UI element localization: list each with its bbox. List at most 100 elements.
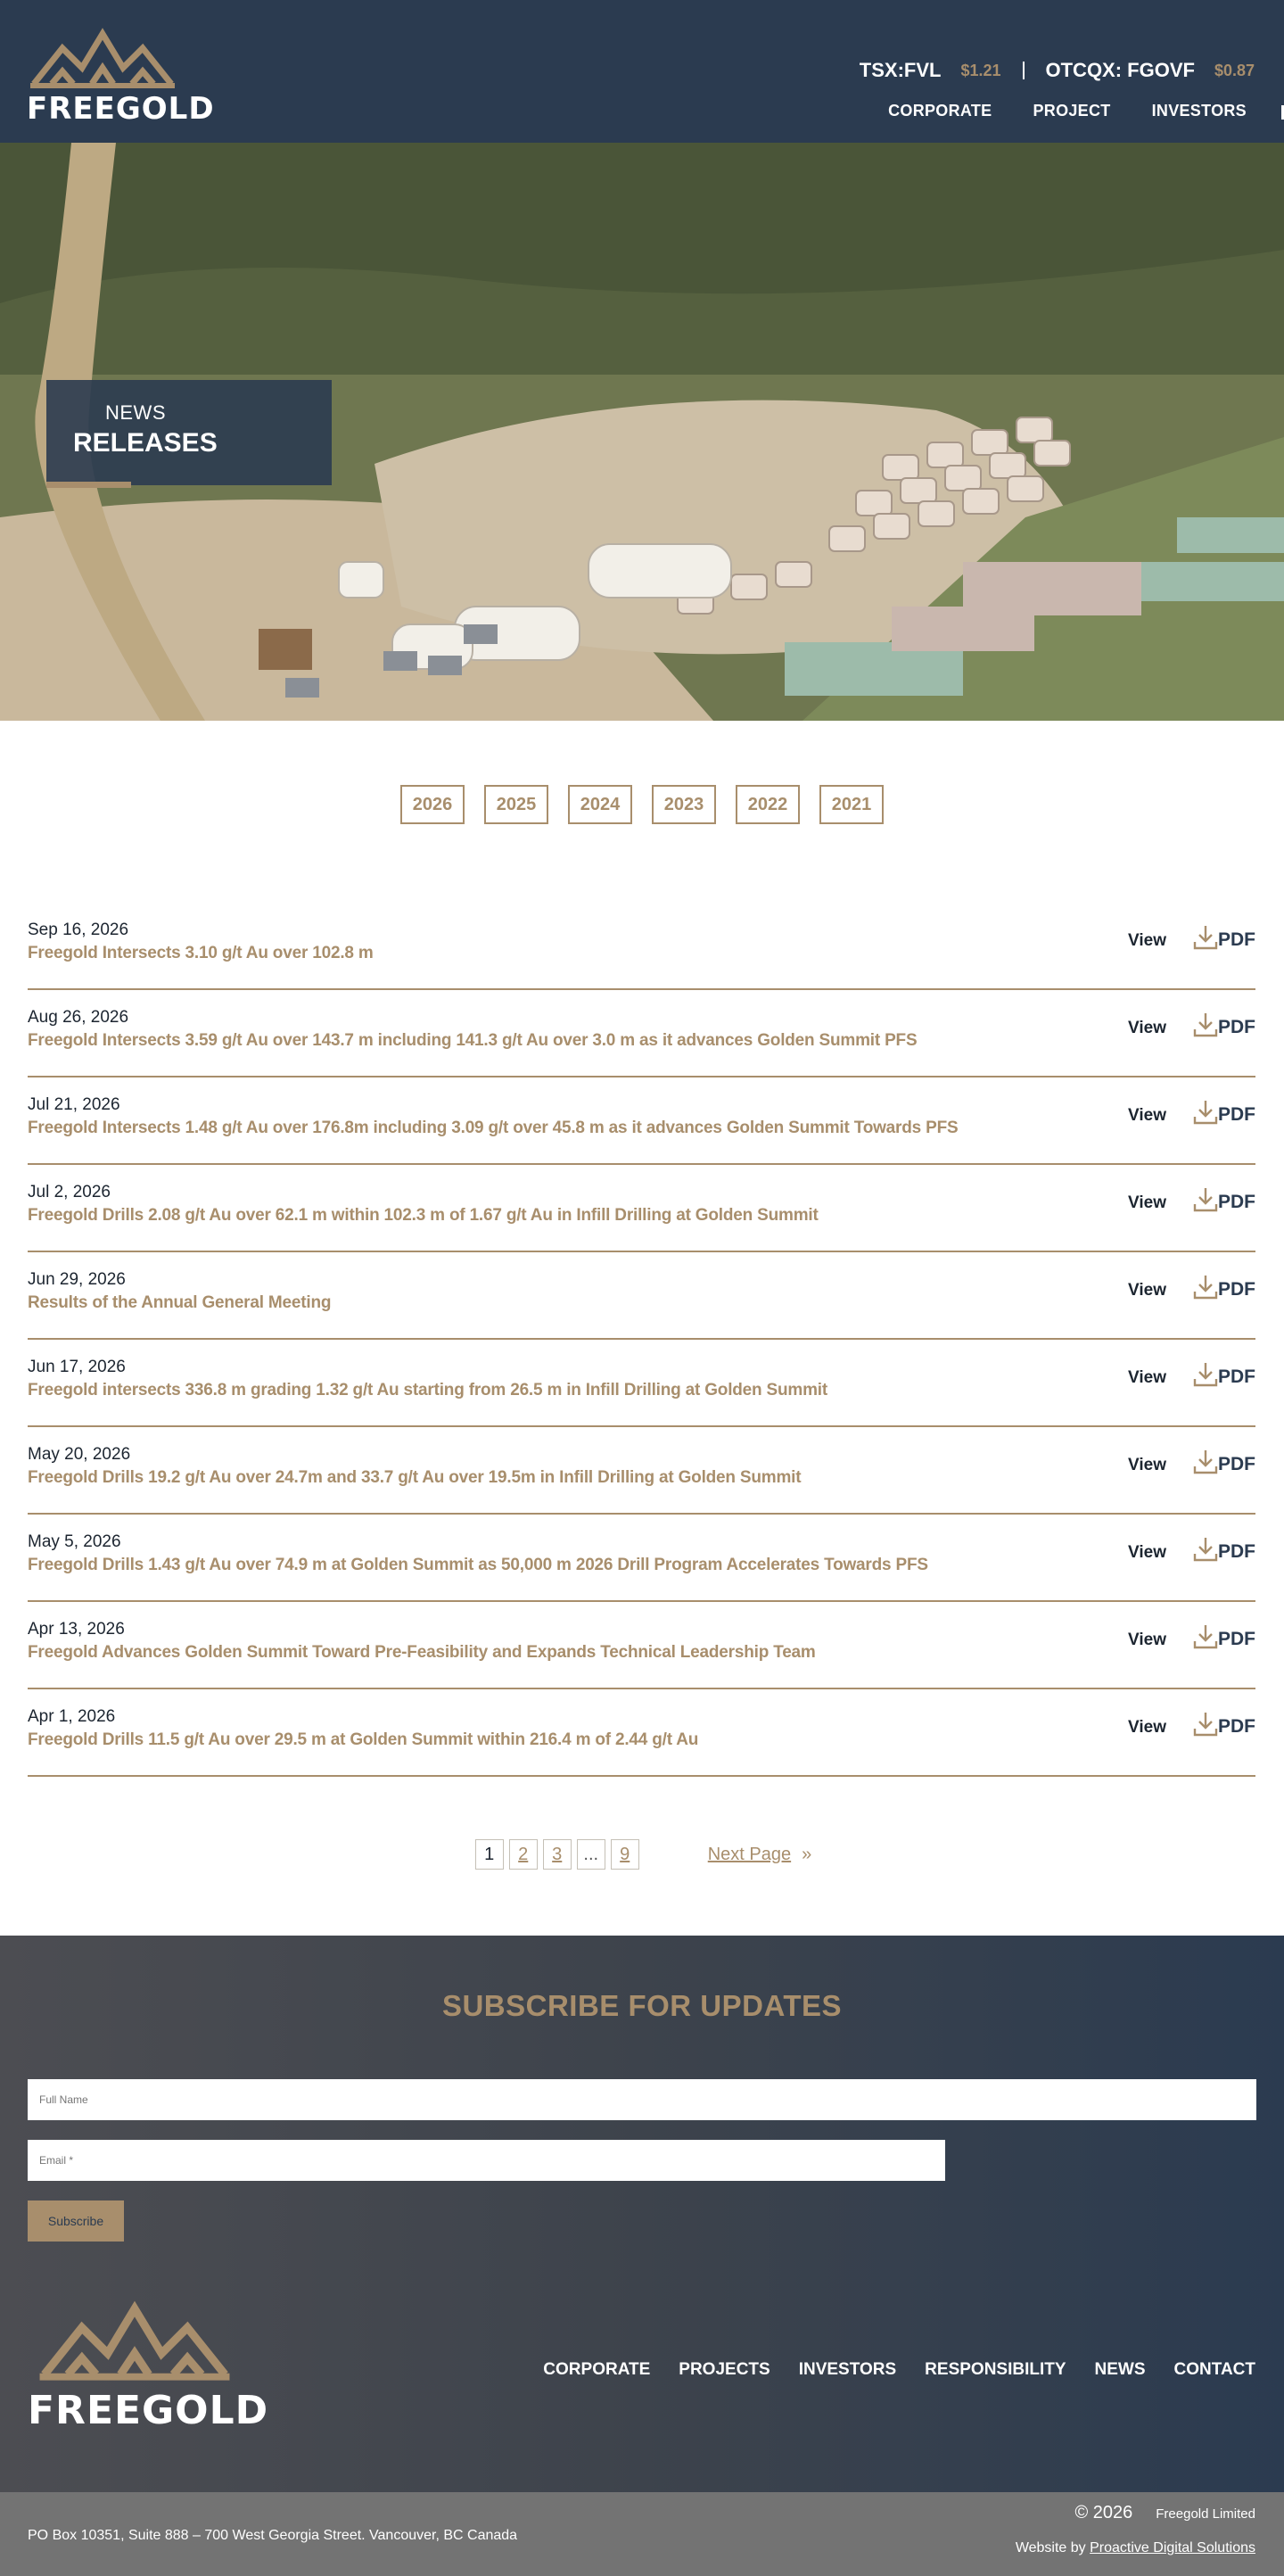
full-name-input[interactable] — [28, 2079, 1256, 2120]
release-title-link[interactable]: Freegold Drills 11.5 g/t Au over 29.5 m … — [28, 1730, 698, 1750]
nav-project[interactable]: PROJECT — [1033, 102, 1110, 120]
news-release-row: May 20, 2026 Freegold Drills 19.2 g/t Au… — [28, 1427, 1255, 1515]
download-icon[interactable] — [1193, 1449, 1218, 1475]
view-release-link[interactable]: View — [1128, 1718, 1166, 1738]
title-accent-bar — [46, 482, 131, 488]
view-release-link[interactable]: View — [1128, 1106, 1166, 1126]
page-title: RELEASES — [73, 428, 218, 458]
view-release-link[interactable]: View — [1128, 1193, 1166, 1213]
nav-corporate[interactable]: CORPORATE — [888, 102, 992, 120]
credit-prefix: Website by — [1015, 2540, 1086, 2555]
site-credit: Website by Proactive Digital Solutions — [1016, 2540, 1255, 2556]
release-title-link[interactable]: Freegold Advances Golden Summit Toward P… — [28, 1643, 816, 1663]
pdf-download-link[interactable]: PDF — [1218, 1104, 1255, 1126]
download-icon[interactable] — [1193, 1361, 1218, 1388]
pdf-download-link[interactable]: PDF — [1218, 929, 1255, 951]
footer-nav: CORPORATE PROJECTS INVESTORS RESPONSIBIL… — [543, 2360, 1255, 2380]
site-header: FREEGOLD TSX:FVL $1.21 OTCQX: FGOVF $0.8… — [0, 0, 1284, 143]
pdf-download-link[interactable]: PDF — [1218, 1716, 1255, 1738]
page-title-small: NEWS — [105, 401, 166, 424]
logo-wordmark: FREEGOLD — [27, 91, 215, 127]
footer-nav-investors[interactable]: INVESTORS — [799, 2360, 896, 2380]
pdf-download-link[interactable]: PDF — [1218, 1541, 1255, 1563]
hero-banner: NEWS RELEASES — [0, 143, 1284, 721]
ticker-price-otcqx: $0.87 — [1214, 61, 1255, 79]
page-ellipsis: ... — [576, 1839, 605, 1870]
view-release-link[interactable]: View — [1128, 931, 1166, 951]
footer-nav-responsibility[interactable]: RESPONSIBILITY — [925, 2360, 1066, 2380]
release-date: Jun 17, 2026 — [28, 1358, 126, 1376]
footer-logo-wordmark: FREEGOLD — [28, 2388, 269, 2433]
next-page-link[interactable]: Next Page — [708, 1845, 791, 1865]
download-icon[interactable] — [1193, 1711, 1218, 1738]
download-icon[interactable] — [1193, 1623, 1218, 1650]
page-3[interactable]: 3 — [542, 1839, 572, 1870]
view-release-link[interactable]: View — [1128, 1543, 1166, 1563]
page-9[interactable]: 9 — [610, 1839, 639, 1870]
release-date: Jun 29, 2026 — [28, 1270, 126, 1289]
pdf-download-link[interactable]: PDF — [1218, 1454, 1255, 1475]
page-title-badge: NEWS RELEASES — [46, 380, 332, 488]
pdf-download-link[interactable]: PDF — [1218, 1017, 1255, 1038]
footer-nav-corporate[interactable]: CORPORATE — [543, 2360, 650, 2380]
credit-link[interactable]: Proactive Digital Solutions — [1090, 2540, 1255, 2555]
ticker-symbol-otcqx: OTCQX: FGOVF — [1045, 59, 1195, 81]
year-filter-2024[interactable]: 2024 — [568, 785, 632, 824]
news-release-row: Jul 21, 2026 Freegold Intersects 1.48 g/… — [28, 1077, 1255, 1165]
pagination: 1 2 3 ... 9 Next Page » — [0, 1839, 1284, 1870]
view-release-link[interactable]: View — [1128, 1281, 1166, 1300]
release-date: Apr 1, 2026 — [28, 1707, 116, 1726]
view-release-link[interactable]: View — [1128, 1368, 1166, 1388]
download-icon[interactable] — [1193, 1011, 1218, 1038]
main-nav: CORPORATE PROJECT INVESTORS — [888, 102, 1247, 120]
footer-nav-projects[interactable]: PROJECTS — [679, 2360, 770, 2380]
news-release-row: Jul 2, 2026 Freegold Drills 2.08 g/t Au … — [28, 1165, 1255, 1252]
year-filter-2021[interactable]: 2021 — [819, 785, 884, 824]
site-logo[interactable]: FREEGOLD — [27, 27, 215, 127]
release-date: Sep 16, 2026 — [28, 921, 129, 939]
footer-logo[interactable]: FREEGOLD — [28, 2299, 286, 2433]
release-date: Aug 26, 2026 — [28, 1008, 129, 1027]
year-filter: 2026 2025 2024 2023 2022 2021 — [0, 785, 1284, 824]
year-filter-2025[interactable]: 2025 — [484, 785, 548, 824]
download-icon[interactable] — [1193, 924, 1218, 951]
year-filter-2026[interactable]: 2026 — [400, 785, 465, 824]
year-filter-2022[interactable]: 2022 — [736, 785, 800, 824]
mountain-logo-icon — [30, 28, 175, 88]
release-title-link[interactable]: Freegold Intersects 3.59 g/t Au over 143… — [28, 1031, 918, 1051]
nav-investors[interactable]: INVESTORS — [1152, 102, 1247, 120]
release-title-link[interactable]: Freegold Drills 1.43 g/t Au over 74.9 m … — [28, 1556, 928, 1575]
view-release-link[interactable]: View — [1128, 1019, 1166, 1038]
view-release-link[interactable]: View — [1128, 1631, 1166, 1650]
page-2[interactable]: 2 — [508, 1839, 538, 1870]
release-title-link[interactable]: Results of the Annual General Meeting — [28, 1293, 331, 1313]
footer-nav-contact[interactable]: CONTACT — [1174, 2360, 1255, 2380]
release-title-link[interactable]: Freegold Drills 19.2 g/t Au over 24.7m a… — [28, 1468, 802, 1488]
release-date: Jul 2, 2026 — [28, 1183, 111, 1201]
news-release-row: Sep 16, 2026 Freegold Intersects 3.10 g/… — [28, 903, 1255, 990]
news-release-row: May 5, 2026 Freegold Drills 1.43 g/t Au … — [28, 1515, 1255, 1602]
pdf-download-link[interactable]: PDF — [1218, 1629, 1255, 1650]
download-icon[interactable] — [1193, 1186, 1218, 1213]
download-icon[interactable] — [1193, 1536, 1218, 1563]
company-address: PO Box 10351, Suite 888 – 700 West Georg… — [28, 2528, 518, 2543]
release-title-link[interactable]: Freegold Intersects 3.10 g/t Au over 102… — [28, 944, 374, 963]
pdf-download-link[interactable]: PDF — [1218, 1279, 1255, 1300]
ticker-divider — [1022, 62, 1025, 79]
view-release-link[interactable]: View — [1128, 1456, 1166, 1475]
page-1[interactable]: 1 — [474, 1839, 504, 1870]
download-icon[interactable] — [1193, 1274, 1218, 1300]
next-page-arrow-icon[interactable]: » — [802, 1845, 811, 1865]
release-title-link[interactable]: Freegold Intersects 1.48 g/t Au over 176… — [28, 1119, 959, 1138]
subscribe-button[interactable]: Subscribe — [28, 2200, 124, 2242]
release-title-link[interactable]: Freegold Drills 2.08 g/t Au over 62.1 m … — [28, 1206, 819, 1226]
email-input[interactable] — [28, 2140, 945, 2181]
subscribe-title: SUBSCRIBE FOR UPDATES — [441, 1989, 843, 2022]
year-filter-2023[interactable]: 2023 — [652, 785, 716, 824]
pdf-download-link[interactable]: PDF — [1218, 1192, 1255, 1213]
footer-nav-news[interactable]: NEWS — [1095, 2360, 1146, 2380]
release-title-link[interactable]: Freegold intersects 336.8 m grading 1.32… — [28, 1381, 827, 1400]
download-icon[interactable] — [1193, 1099, 1218, 1126]
pdf-download-link[interactable]: PDF — [1218, 1366, 1255, 1388]
release-date: Jul 21, 2026 — [28, 1095, 120, 1114]
